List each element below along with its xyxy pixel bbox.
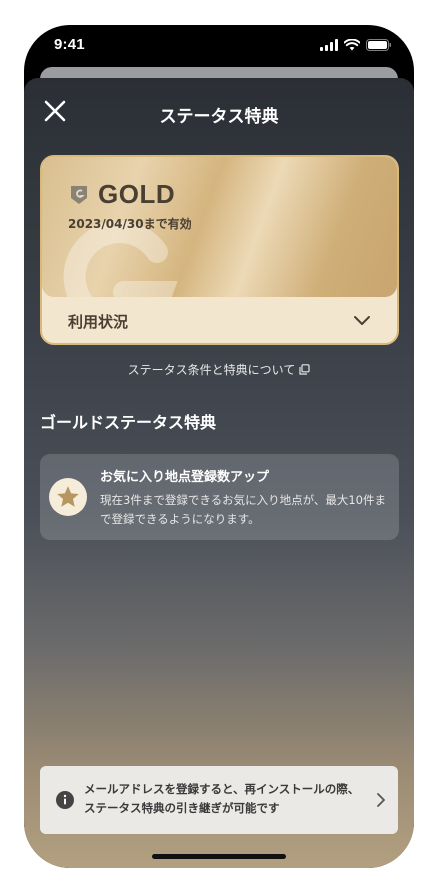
card-validity: 2023/04/30まで有効 bbox=[68, 217, 192, 231]
section-title: ゴールドステータス特典 bbox=[40, 413, 217, 432]
gold-badge-icon bbox=[71, 186, 87, 204]
page-title: ステータス特典 bbox=[159, 107, 279, 127]
status-benefits-sheet: ステータス特典 GOLD 2023/04/30まで有効 利用状況 ステータス条件… bbox=[24, 78, 414, 868]
battery-icon bbox=[366, 39, 391, 51]
card-tier: GOLD bbox=[98, 179, 176, 209]
terms-link-label: ステータス条件と特典について bbox=[127, 363, 296, 377]
signal-icon bbox=[320, 39, 338, 51]
status-time: 9:41 bbox=[54, 36, 85, 53]
status-icons bbox=[320, 39, 392, 51]
benefit-title: お気に入り地点登録数アップ bbox=[100, 470, 270, 485]
card-face: GOLD 2023/04/30まで有効 bbox=[42, 157, 397, 297]
external-link-icon bbox=[299, 364, 310, 375]
star-icon bbox=[57, 486, 79, 507]
info-icon bbox=[56, 791, 74, 809]
benefit-item: お気に入り地点登録数アップ 現在3件まで登録できるお気に入り地点が、最大10件ま… bbox=[40, 454, 399, 540]
info-banner-text: メールアドレスを登録すると、再インストールの際、ステータス特典の引き継ぎが可能で… bbox=[84, 782, 360, 815]
usage-toggle[interactable]: 利用状況 bbox=[42, 297, 397, 343]
status-terms-link[interactable]: ステータス条件と特典について bbox=[24, 361, 414, 378]
status-card: GOLD 2023/04/30まで有効 利用状況 bbox=[40, 155, 399, 345]
usage-label: 利用状況 bbox=[68, 312, 129, 331]
status-bar: 9:41 bbox=[24, 25, 414, 73]
chevron-right-icon bbox=[377, 793, 385, 807]
email-register-banner[interactable]: メールアドレスを登録すると、再インストールの際、ステータス特典の引き継ぎが可能で… bbox=[40, 766, 398, 834]
phone-frame: 9:41 ステータス特典 GOLD 2023/04/30まで有効 利用状況 ステ… bbox=[24, 25, 414, 868]
benefit-description: 現在3件まで登録できるお気に入り地点が、最大10件まで登録できるようになります。 bbox=[100, 493, 386, 526]
home-indicator[interactable] bbox=[152, 854, 286, 859]
wifi-icon bbox=[344, 39, 360, 51]
chevron-down-icon bbox=[354, 316, 370, 325]
benefit-icon-circle bbox=[49, 478, 87, 516]
